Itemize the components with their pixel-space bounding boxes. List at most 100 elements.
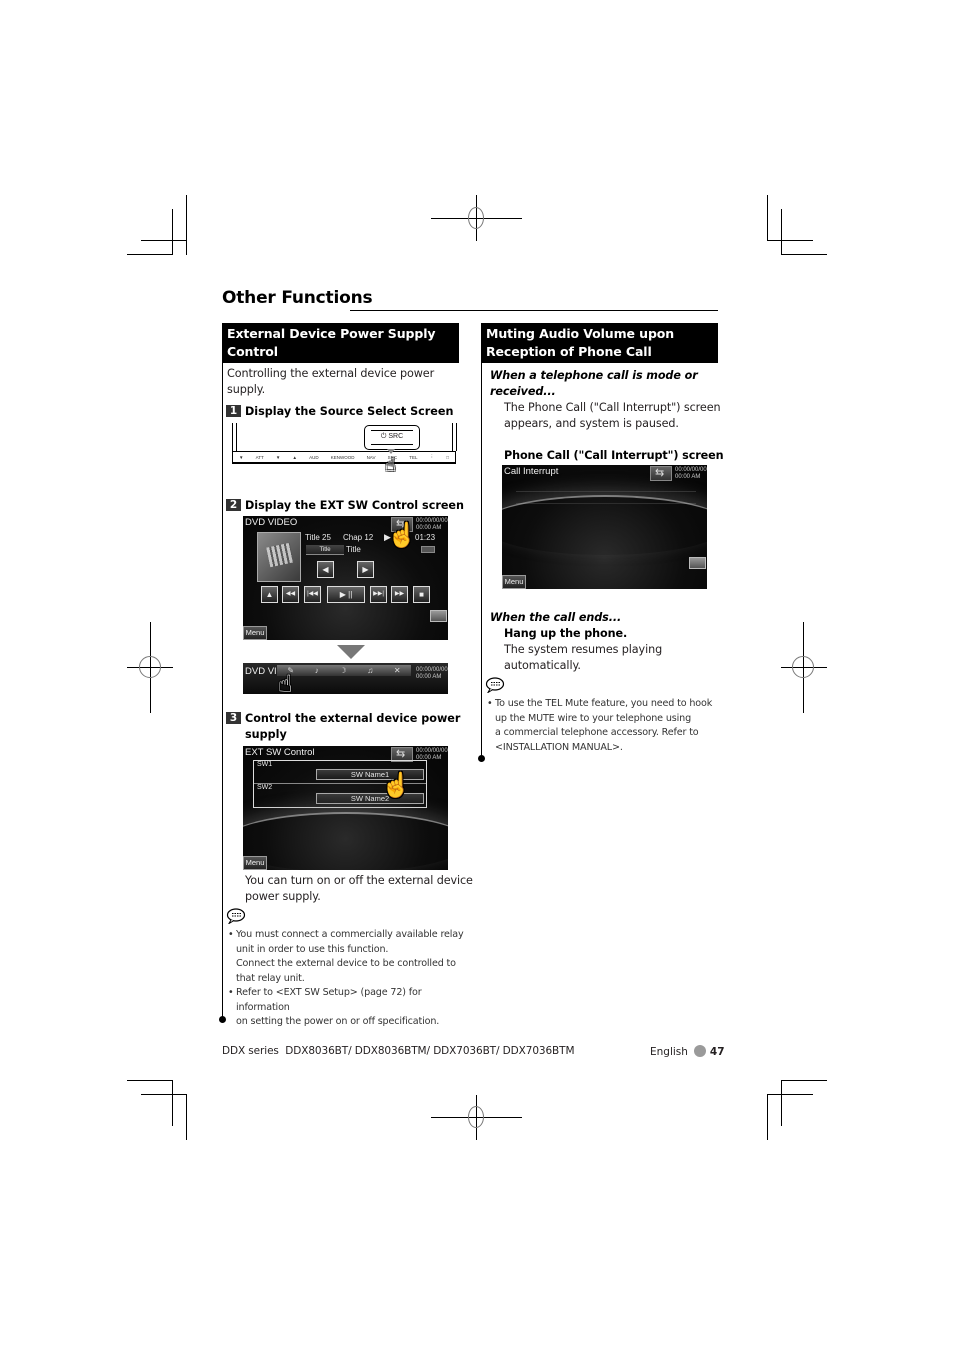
bar-item[interactable]: ▼ [276,455,280,460]
info-button[interactable] [421,546,435,553]
description-line: automatically. [504,659,581,672]
title-text: Title [346,545,361,554]
note-line: <INSTALLATION MANUAL>. [495,741,623,753]
bar-item-aud[interactable]: AUD [309,455,319,460]
next-button[interactable]: ▶ [357,561,374,578]
crop-mark-line [186,1094,187,1140]
registration-circle [792,656,814,678]
crop-mark-line [767,1094,813,1095]
frame-edge [232,423,233,451]
note-line: Refer to <EXT SW Setup> (page 72) for in… [236,987,422,1013]
screen-switch-button[interactable] [689,557,706,569]
src-button[interactable]: ⏻ SRC [364,425,420,450]
frame-edge [452,423,453,451]
bar-item[interactable]: □ [446,455,449,460]
step-2: 2 Display the EXT SW Control screen [226,498,464,514]
sw2-label: SW2 [257,784,273,791]
footer-models: DDX series DDX8036BT/ DDX8036BTM/ DDX703… [222,1045,575,1057]
callout-rule [371,430,413,431]
description-line: appears, and system is paused. [504,417,679,430]
clock-time: 00:00 AM [416,673,442,680]
frame-edge [456,423,457,451]
crop-mark-line [127,1080,173,1081]
bar-item-nav[interactable]: NAV [367,455,376,460]
section-heading: External Device Power Supply Control [222,323,459,363]
play-time: 01:23 [415,533,436,542]
title-button[interactable]: Title [306,545,344,555]
dvd-video-screen: DVD VIDEO 00:00/00/00 00:00 AM Title 25 … [243,516,448,640]
disc-artwork [257,532,301,582]
step-number: 2 [226,499,241,511]
note-item: • Refer to <EXT SW Setup> (page 72) for … [228,986,468,1030]
crop-mark-line [141,240,187,241]
menu-button[interactable]: Menu [502,575,526,589]
function-icon[interactable]: ☽ [339,666,346,675]
note-item: • You must connect a commercially availa… [228,928,468,986]
bar-item-att[interactable]: ATT [256,455,264,460]
result-text: You can turn on or off the external devi… [245,873,473,905]
right-column-rule [481,363,482,758]
prev-button[interactable]: ◀ [317,561,334,578]
subheading-line: received... [490,385,556,398]
page-title: Other Functions [222,288,373,308]
note-item: • To use the TEL Mute feature, you need … [487,697,722,755]
src-label: SRC [388,433,404,440]
page-number: 47 [709,1046,725,1058]
screen-title: DVD VIDEO [245,517,298,528]
bar-item-tel[interactable]: TEL [409,455,417,460]
bar-item[interactable]: ▼ [239,455,243,460]
function-icon-bar: ✎ ♪ ☽ ♫ ✕ [277,665,411,676]
crop-mark-line [172,1080,173,1126]
crop-mark-line [767,1094,768,1140]
stop-button[interactable]: ■ [413,586,430,603]
chapter-number: Chap 12 [343,533,374,542]
rewind-button[interactable]: ◀◀ [282,586,299,603]
screen-switch-button[interactable] [430,610,447,622]
menu-button[interactable]: Menu [243,626,267,640]
skip-back-button[interactable]: |◀◀ [304,586,321,603]
title-number: Title 25 [305,533,331,542]
note-line: To use the TEL Mute feature, you need to… [495,698,713,709]
hang-up-instruction: Hang up the phone. [504,627,628,640]
bar-item[interactable]: ⋮ [430,454,435,460]
bar-item-kenwood[interactable]: KENWOOD [331,455,355,460]
clock-date: 00:00/00/00 [416,667,448,673]
clock-time: 00:00 AM [416,524,442,531]
intro-line: Controlling the external device power [227,367,435,380]
back-button[interactable] [650,466,672,481]
description-line: The system resumes playing [504,643,663,656]
pointing-hand-icon: ☝ [387,522,417,549]
resume-description: The system resumes playing automatically… [504,642,662,674]
column-end-dot [478,755,485,762]
footer-page: English 47 [650,1045,725,1058]
step-label: Display the Source Select Screen [245,405,454,418]
bar-item[interactable]: ▲ [292,455,296,460]
section-heading-line: External Device Power Supply [227,326,436,341]
note-line: that relay unit. [236,972,305,984]
step-label: Control the external device power [245,712,461,725]
function-icon[interactable]: ♫ [367,666,373,675]
registration-circle [468,1106,484,1128]
clock-time: 00:00 AM [675,473,701,480]
note-line: on setting the power on or off specifica… [236,1016,440,1028]
menu-button[interactable]: Menu [243,856,267,870]
decorative-arc [502,495,707,555]
step-label: Display the EXT SW Control screen [245,499,464,512]
crop-mark-line [186,195,187,255]
clock-date: 00:00/00/00 [416,518,448,524]
frame-edge [236,423,237,451]
eject-button[interactable]: ▲ [261,586,278,603]
left-column-rule [222,323,223,1020]
function-icon[interactable]: ♪ [315,666,319,675]
when-ends-heading: When the call ends... [490,611,622,624]
play-pause-button[interactable]: ▶ || [327,586,365,603]
section-intro: Controlling the external device power su… [227,366,434,398]
screen-title: DVD VI [245,666,277,677]
fast-forward-button[interactable]: ▶▶ [391,586,408,603]
close-icon[interactable]: ✕ [394,666,401,675]
model-list: DDX8036BT/ DDX8036BTM/ DDX7036BT/ DDX703… [285,1045,575,1057]
step-3: 3 Control the external device power suppl… [226,711,460,743]
step-1: 1 Display the Source Select Screen [226,404,453,420]
note-icon [226,908,246,924]
skip-forward-button[interactable]: ▶▶| [370,586,387,603]
